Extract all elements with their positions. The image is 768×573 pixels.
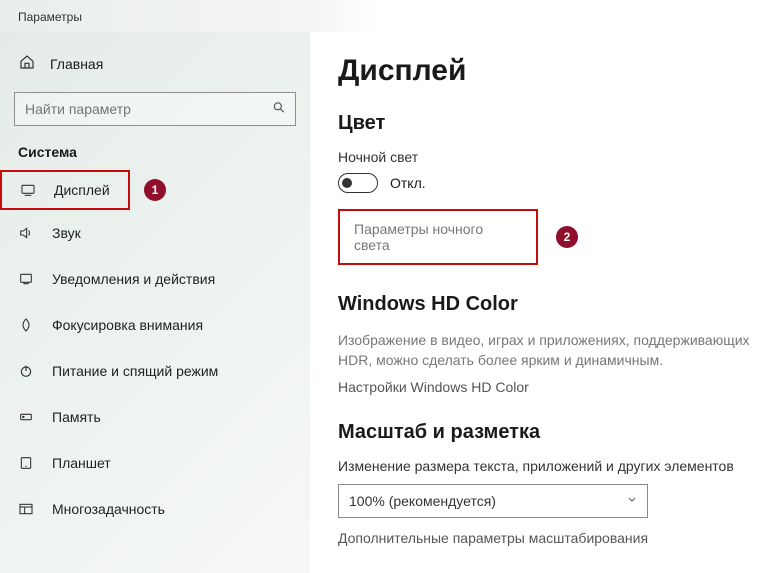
scale-select[interactable]: 100% (рекомендуется) <box>338 484 648 518</box>
sidebar-item-label: Планшет <box>52 455 111 471</box>
sidebar-home[interactable]: Главная <box>0 44 310 84</box>
sidebar: Главная Система Дисплей 1 <box>0 32 310 573</box>
night-light-label: Ночной свет <box>338 149 750 165</box>
sidebar-item-notifications[interactable]: Уведомления и действия <box>0 256 310 302</box>
color-heading: Цвет <box>338 112 750 135</box>
multitasking-icon <box>18 501 36 517</box>
storage-icon <box>18 409 36 425</box>
sidebar-item-label: Дисплей <box>54 182 110 198</box>
sidebar-item-label: Многозадачность <box>52 501 165 517</box>
search-input[interactable] <box>14 92 296 126</box>
page-title: Дисплей <box>338 54 750 88</box>
sidebar-section-title: Система <box>0 140 310 170</box>
hd-color-desc: Изображение в видео, играх и приложениях… <box>338 330 750 371</box>
sidebar-item-label: Уведомления и действия <box>52 271 215 287</box>
sidebar-item-label: Память <box>52 409 101 425</box>
advanced-scaling-link[interactable]: Дополнительные параметры масштабирования <box>338 530 750 546</box>
hd-color-link[interactable]: Настройки Windows HD Color <box>338 379 750 395</box>
main-content: Дисплей Цвет Ночной свет Откл. Параметры… <box>310 32 768 573</box>
sidebar-home-label: Главная <box>50 56 103 72</box>
home-icon <box>18 54 36 74</box>
sidebar-item-display[interactable]: Дисплей <box>0 170 130 210</box>
display-icon <box>20 182 38 198</box>
tablet-icon <box>18 455 36 471</box>
chevron-down-icon <box>626 493 638 508</box>
sidebar-item-tablet[interactable]: Планшет <box>0 440 310 486</box>
night-light-state: Откл. <box>390 175 426 191</box>
night-light-toggle[interactable] <box>338 173 378 193</box>
hd-color-heading: Windows HD Color <box>338 293 750 316</box>
focus-icon <box>18 317 36 333</box>
callout-two: 2 <box>556 226 578 248</box>
window-title: Параметры <box>0 0 768 32</box>
callout-one: 1 <box>144 179 166 201</box>
notifications-icon <box>18 271 36 287</box>
sidebar-item-label: Звук <box>52 225 81 241</box>
power-icon <box>18 363 36 379</box>
night-light-settings-link[interactable]: Параметры ночного света <box>338 209 538 265</box>
sidebar-item-power[interactable]: Питание и спящий режим <box>0 348 310 394</box>
search-icon <box>272 101 286 118</box>
sidebar-item-multitasking[interactable]: Многозадачность <box>0 486 310 532</box>
sidebar-item-label: Фокусировка внимания <box>52 317 203 333</box>
sidebar-item-storage[interactable]: Память <box>0 394 310 440</box>
sidebar-item-focus[interactable]: Фокусировка внимания <box>0 302 310 348</box>
sidebar-item-sound[interactable]: Звук <box>0 210 310 256</box>
sidebar-nav: Дисплей 1 Звук Уведомления и действия <box>0 170 310 532</box>
sidebar-item-label: Питание и спящий режим <box>52 363 218 379</box>
scale-heading: Масштаб и разметка <box>338 421 750 444</box>
scale-select-value: 100% (рекомендуется) <box>349 493 496 509</box>
sound-icon <box>18 225 36 241</box>
scale-label: Изменение размера текста, приложений и д… <box>338 458 750 474</box>
search-box[interactable] <box>14 92 296 126</box>
